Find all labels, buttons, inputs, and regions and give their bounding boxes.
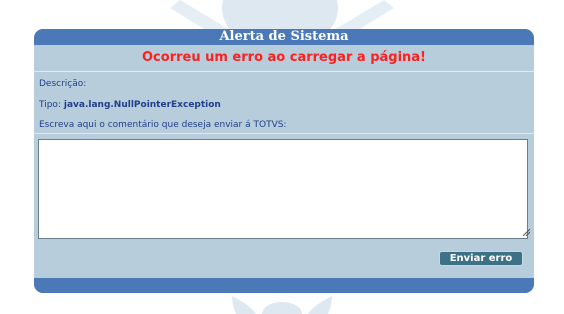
alert-dialog: Alerta de Sistema Ocorreu um erro ao car…: [34, 29, 534, 293]
type-value: java.lang.NullPointerException: [63, 100, 221, 110]
comment-prompt: Escreva aqui o comentário que deseja env…: [34, 117, 534, 134]
dialog-footer: [34, 278, 534, 293]
dialog-title: Alerta de Sistema: [34, 29, 534, 45]
description-label: Descrição:: [39, 79, 87, 89]
error-message: Ocorreu um erro ao carregar a página!: [34, 45, 534, 72]
type-label: Tipo:: [39, 100, 61, 110]
resize-grip-icon[interactable]: [522, 228, 530, 236]
send-error-button[interactable]: Enviar erro: [439, 251, 523, 266]
comment-textarea[interactable]: [38, 139, 528, 239]
error-type-row: Tipo: java.lang.NullPointerException: [34, 96, 534, 114]
